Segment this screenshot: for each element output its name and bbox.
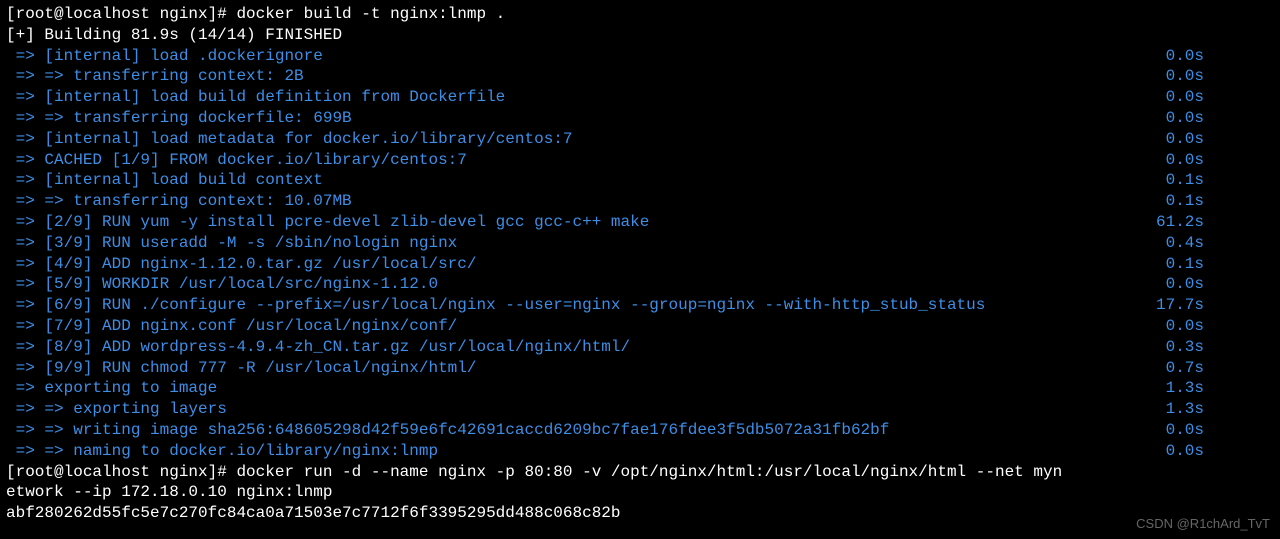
step-timing: 0.0s — [1166, 316, 1274, 337]
step-timing: 0.0s — [1166, 274, 1274, 295]
step-text: => [9/9] RUN chmod 777 -R /usr/local/ngi… — [6, 358, 1166, 379]
step-timing: 0.1s — [1166, 254, 1274, 275]
build-step: => [9/9] RUN chmod 777 -R /usr/local/ngi… — [6, 358, 1274, 379]
build-step: => [7/9] ADD nginx.conf /usr/local/nginx… — [6, 316, 1274, 337]
step-text: => [3/9] RUN useradd -M -s /sbin/nologin… — [6, 233, 1166, 254]
build-step: => [internal] load build definition from… — [6, 87, 1274, 108]
build-step: => => transferring dockerfile: 699B0.0s — [6, 108, 1274, 129]
step-timing: 0.4s — [1166, 233, 1274, 254]
command-text: docker build -t nginx:lnmp . — [236, 5, 505, 23]
step-text: => [6/9] RUN ./configure --prefix=/usr/l… — [6, 295, 1156, 316]
step-text: => [internal] load build context — [6, 170, 1166, 191]
step-timing: 0.0s — [1166, 420, 1274, 441]
step-text: => => transferring dockerfile: 699B — [6, 108, 1166, 129]
step-timing: 0.0s — [1166, 66, 1274, 87]
step-timing: 0.0s — [1166, 108, 1274, 129]
build-step: => => transferring context: 10.07MB0.1s — [6, 191, 1274, 212]
step-timing: 0.1s — [1166, 191, 1274, 212]
build-step: => [2/9] RUN yum -y install pcre-devel z… — [6, 212, 1274, 233]
step-timing: 1.3s — [1166, 378, 1274, 399]
step-timing: 0.0s — [1166, 441, 1274, 462]
shell-prompt: [root@localhost nginx]# — [6, 463, 236, 481]
step-text: => [5/9] WORKDIR /usr/local/src/nginx-1.… — [6, 274, 1166, 295]
step-text: => [internal] load build definition from… — [6, 87, 1166, 108]
step-timing: 1.3s — [1166, 399, 1274, 420]
build-step: => CACHED [1/9] FROM docker.io/library/c… — [6, 150, 1274, 171]
step-text: => exporting to image — [6, 378, 1166, 399]
build-step: => [internal] load metadata for docker.i… — [6, 129, 1274, 150]
shell-prompt: [root@localhost nginx]# — [6, 5, 236, 23]
step-timing: 0.0s — [1166, 129, 1274, 150]
step-timing: 0.0s — [1166, 46, 1274, 67]
step-text: => CACHED [1/9] FROM docker.io/library/c… — [6, 150, 1166, 171]
build-header: [+] Building 81.9s (14/14) FINISHED — [6, 25, 1274, 46]
step-text: => => transferring context: 2B — [6, 66, 1166, 87]
build-step: => [internal] load .dockerignore0.0s — [6, 46, 1274, 67]
step-timing: 0.0s — [1166, 150, 1274, 171]
step-text: => [internal] load .dockerignore — [6, 46, 1166, 67]
build-step: => [6/9] RUN ./configure --prefix=/usr/l… — [6, 295, 1274, 316]
step-timing: 0.7s — [1166, 358, 1274, 379]
build-step: => => exporting layers1.3s — [6, 399, 1274, 420]
build-step: => => writing image sha256:648605298d42f… — [6, 420, 1274, 441]
step-text: => => naming to docker.io/library/nginx:… — [6, 441, 1166, 462]
step-text: => [4/9] ADD nginx-1.12.0.tar.gz /usr/lo… — [6, 254, 1166, 275]
step-text: => [2/9] RUN yum -y install pcre-devel z… — [6, 212, 1156, 233]
container-hash-output: abf280262d55fc5e7c270fc84ca0a71503e7c771… — [6, 503, 1274, 524]
step-timing: 17.7s — [1156, 295, 1274, 316]
build-step: => [3/9] RUN useradd -M -s /sbin/nologin… — [6, 233, 1274, 254]
step-timing: 0.0s — [1166, 87, 1274, 108]
step-text: => [7/9] ADD nginx.conf /usr/local/nginx… — [6, 316, 1166, 337]
step-timing: 0.3s — [1166, 337, 1274, 358]
build-step: => [internal] load build context0.1s — [6, 170, 1274, 191]
build-step: => => transferring context: 2B0.0s — [6, 66, 1274, 87]
step-text: => => exporting layers — [6, 399, 1166, 420]
build-step: => exporting to image1.3s — [6, 378, 1274, 399]
prompt-line-2[interactable]: [root@localhost nginx]# docker run -d --… — [6, 462, 1274, 483]
step-text: => [8/9] ADD wordpress-4.9.4-zh_CN.tar.g… — [6, 337, 1166, 358]
step-text: => => transferring context: 10.07MB — [6, 191, 1166, 212]
step-text: => [internal] load metadata for docker.i… — [6, 129, 1166, 150]
command-text: docker run -d --name nginx -p 80:80 -v /… — [236, 463, 1062, 481]
build-step: => [8/9] ADD wordpress-4.9.4-zh_CN.tar.g… — [6, 337, 1274, 358]
step-text: => => writing image sha256:648605298d42f… — [6, 420, 1166, 441]
build-step: => [4/9] ADD nginx-1.12.0.tar.gz /usr/lo… — [6, 254, 1274, 275]
build-step: => [5/9] WORKDIR /usr/local/src/nginx-1.… — [6, 274, 1274, 295]
prompt-line-1[interactable]: [root@localhost nginx]# docker build -t … — [6, 4, 1274, 25]
build-steps: => [internal] load .dockerignore0.0s => … — [6, 46, 1274, 462]
build-step: => => naming to docker.io/library/nginx:… — [6, 441, 1274, 462]
step-timing: 61.2s — [1156, 212, 1274, 233]
watermark: CSDN @R1chArd_TvT — [1136, 516, 1270, 533]
command-continuation: etwork --ip 172.18.0.10 nginx:lnmp — [6, 482, 1274, 503]
step-timing: 0.1s — [1166, 170, 1274, 191]
